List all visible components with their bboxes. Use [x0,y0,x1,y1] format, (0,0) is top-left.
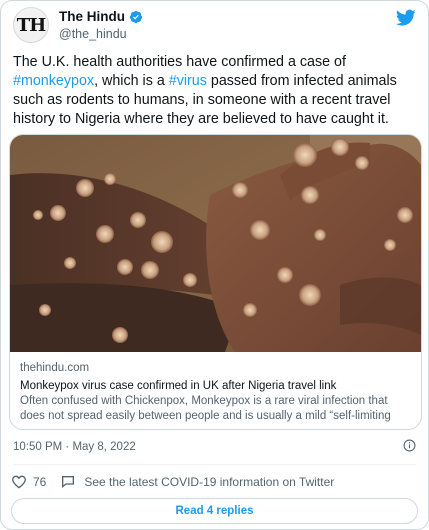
author-display-name-text[interactable]: The Hindu [59,9,125,24]
author-names: The Hindu @the_hindu [59,9,143,41]
article-photo[interactable] [10,135,421,352]
like-count[interactable]: 76 [33,475,46,489]
speech-bubble-icon[interactable] [60,474,76,490]
tweet-text: The U.K. health authorities have confirm… [13,53,417,129]
link-info[interactable]: thehindu.com Monkeypox virus case confir… [10,353,421,429]
divider [13,464,416,465]
avatar[interactable]: TH [13,7,49,43]
embedded-tweet: TH The Hindu @the_hindu The U.K. health … [0,0,429,530]
link-domain: thehindu.com [20,362,90,374]
heart-icon[interactable] [11,474,27,490]
tweet-header: TH The Hindu @the_hindu [13,7,416,43]
tweet-text-part: The U.K. health authorities have confirm… [13,54,346,70]
tweet-text-part: , which is a [94,73,169,89]
link-description: Often confused with Chickenpox, Monkeypo… [20,395,391,422]
read-replies-button[interactable]: Read 4 replies [11,498,418,524]
action-bar: 76 See the latest COVID-19 information o… [11,473,334,491]
like-button[interactable]: 76 [11,474,46,490]
link-title[interactable]: Monkeypox virus case confirmed in UK aft… [20,379,411,394]
read-replies-label[interactable]: Read 4 replies [176,505,254,517]
hashtag-virus-link[interactable]: #virus [169,73,207,89]
link-preview-card[interactable]: thehindu.com Monkeypox virus case confir… [9,134,422,430]
timestamp[interactable]: 10:50 PM · May 8, 2022 [13,441,136,453]
hashtag-monkeypox-link[interactable]: #monkeypox [13,73,94,89]
author-handle[interactable]: @the_hindu [59,27,143,41]
author-display-name[interactable]: The Hindu [59,9,143,24]
twitter-bird-icon[interactable] [396,9,416,27]
info-icon[interactable] [403,439,416,452]
covid-info-link[interactable]: See the latest COVID-19 information on T… [84,475,334,489]
verified-badge-icon [129,10,143,23]
timestamp-text[interactable]: 10:50 PM · May 8, 2022 [13,441,136,453]
